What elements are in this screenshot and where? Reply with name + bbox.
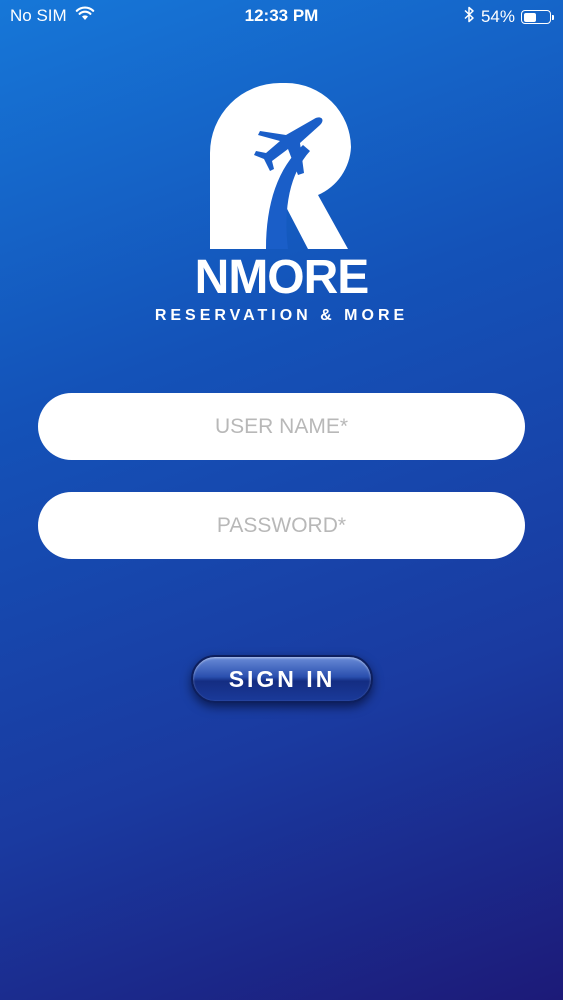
sign-in-button[interactable]: SIGN IN [191,655,373,703]
battery-percent: 54% [480,7,515,26]
username-input[interactable] [38,393,525,460]
status-bar: No SIM 12:33 PM 54% [0,0,563,32]
brand-name: NMORE [194,251,370,304]
battery-icon [521,10,554,24]
status-right: 54% [464,6,554,28]
brand-logo-icon [210,83,351,249]
password-input[interactable] [38,492,525,559]
battery-fill [523,12,537,22]
battery-tip [552,14,554,20]
bluetooth-icon [464,6,475,28]
brand-tagline: RESERVATION & MORE [154,307,409,324]
